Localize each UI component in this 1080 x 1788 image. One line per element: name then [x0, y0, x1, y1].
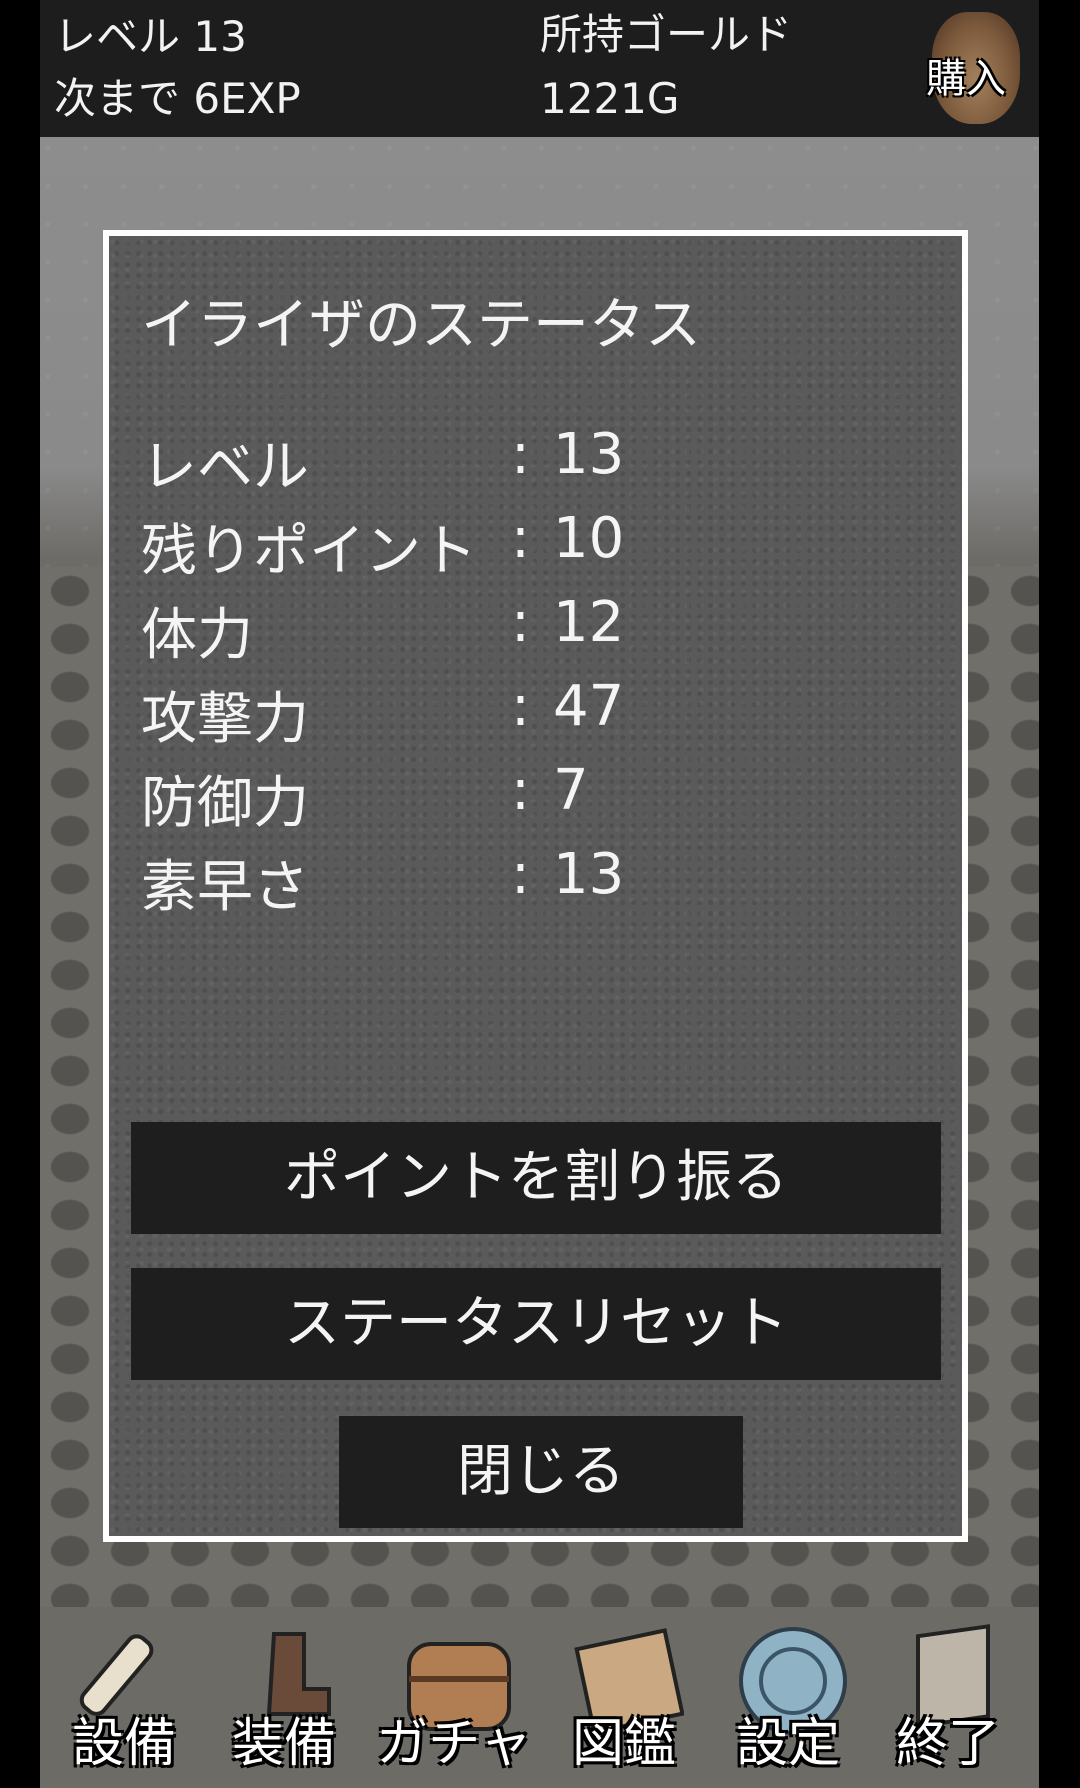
stat-value: 13 [553, 842, 625, 907]
nav-quit-button[interactable]: 終了 [868, 1607, 1028, 1777]
stat-label: 防御力 [141, 771, 309, 836]
stat-row-level: レベル : 13 [141, 422, 921, 502]
nav-label: 設定 [735, 1714, 840, 1774]
nav-facilities-button[interactable]: 設備 [44, 1607, 204, 1777]
stat-label: 攻撃力 [141, 687, 309, 752]
nav-label: 装備 [231, 1714, 336, 1774]
stat-label: レベル [141, 435, 309, 500]
stat-colon: : [511, 422, 530, 487]
status-reset-button[interactable]: ステータスリセット [131, 1268, 941, 1380]
top-hud: レベル 13 次まで 6EXP 所持ゴールド 1221G 購入 [40, 0, 1039, 137]
stat-row-speed: 素早さ : 13 [141, 842, 921, 922]
buy-button[interactable]: 購入 [918, 4, 1036, 132]
close-button[interactable]: 閉じる [339, 1416, 743, 1528]
buy-button-label: 購入 [926, 56, 1006, 102]
stat-row-defense: 防御力 : 7 [141, 758, 921, 838]
nav-encyclopedia-button[interactable]: 図鑑 [544, 1607, 704, 1777]
allocate-points-button[interactable]: ポイントを割り振る [131, 1122, 941, 1234]
gold-amount: 1221G [540, 74, 680, 123]
stat-value: 13 [553, 422, 625, 487]
stat-colon: : [511, 674, 530, 739]
stat-value: 47 [553, 674, 625, 739]
nav-equipment-button[interactable]: 装備 [204, 1607, 364, 1777]
dialog-title: イライザのステータス [141, 293, 701, 358]
player-level: レベル 13 [54, 12, 247, 61]
stat-row-stamina: 体力 : 12 [141, 590, 921, 670]
nav-label: 終了 [895, 1714, 1000, 1774]
stat-row-remaining-points: 残りポイント : 10 [141, 506, 921, 586]
stat-label: 体力 [141, 603, 253, 668]
stat-colon: : [511, 758, 530, 823]
bottom-nav: 設備 装備 ガチャ 図鑑 設定 終了 [40, 1607, 1039, 1788]
nav-settings-button[interactable]: 設定 [708, 1607, 868, 1777]
status-dialog: イライザのステータス レベル : 13 残りポイント : 10 体力 : 12 … [103, 230, 968, 1542]
exp-to-next-level: 次まで 6EXP [54, 74, 301, 123]
stat-label: 素早さ [141, 855, 309, 920]
stat-value: 10 [553, 506, 625, 571]
nav-label: 図鑑 [571, 1714, 676, 1774]
game-screen: レベル 13 次まで 6EXP 所持ゴールド 1221G 購入 イライザのステー… [40, 0, 1039, 1788]
nav-gacha-button[interactable]: ガチャ [374, 1607, 534, 1777]
stat-colon: : [511, 842, 530, 907]
nav-label: ガチャ [376, 1714, 532, 1774]
stat-value: 7 [553, 758, 589, 823]
stat-value: 12 [553, 590, 625, 655]
stat-row-attack: 攻撃力 : 47 [141, 674, 921, 754]
stat-label: 残りポイント [141, 519, 477, 584]
gold-label: 所持ゴールド [540, 10, 793, 59]
stat-colon: : [511, 590, 530, 655]
nav-label: 設備 [71, 1714, 176, 1774]
stat-colon: : [511, 506, 530, 571]
